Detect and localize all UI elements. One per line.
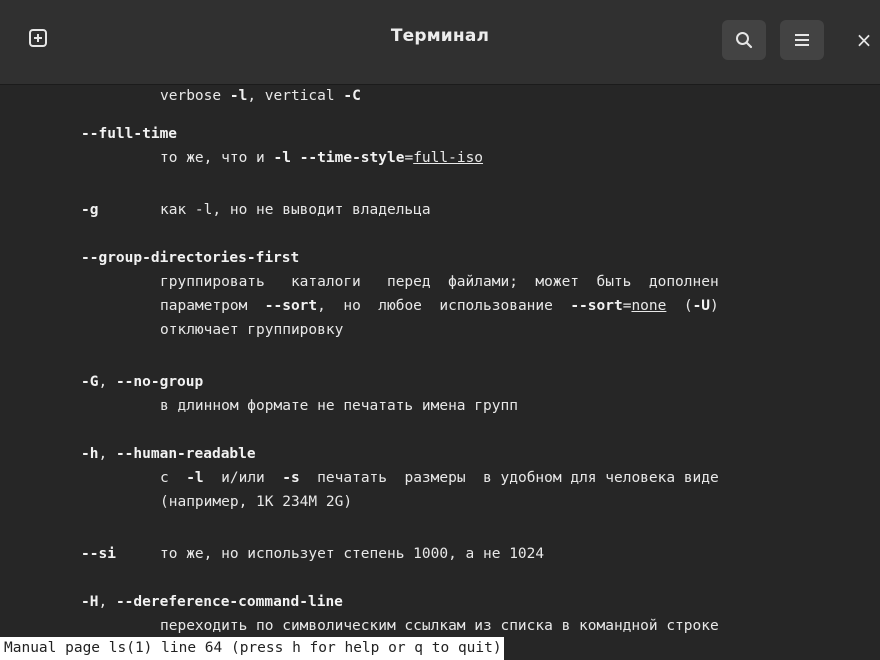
menu-button[interactable] [780, 20, 824, 60]
header-bar: Терминал × [0, 0, 880, 85]
terminal-content[interactable]: verbose -l, vertical -C --full-time то ж… [0, 84, 880, 636]
option-name: -G, --no-group [81, 374, 204, 390]
pager-status-bar: Manual page ls(1) line 64 (press h for h… [0, 637, 504, 660]
terminal-window: Терминал × verbose -l, vertical -C --ful… [0, 0, 880, 660]
option-name: -H, --dereference-command-line [81, 594, 343, 610]
option-description: переходить по символическим ссылкам из с… [160, 618, 719, 634]
option-description: параметром --sort, но любое использовани… [160, 298, 719, 314]
search-icon [736, 32, 753, 49]
option-name: -h, --human-readable [81, 446, 256, 462]
option-description: то же, но использует степень 1000, а не … [160, 546, 545, 562]
option-name: --si [81, 546, 116, 562]
option-description: отключает группировку [160, 322, 344, 338]
option-description: в длинном формате не печатать имена груп… [160, 398, 518, 414]
search-button[interactable] [722, 20, 766, 60]
option-description: как -l, но не выводит владельца [160, 202, 431, 218]
close-icon: × [855, 28, 873, 52]
option-description: то же, что и -l --time-style=full-iso [160, 150, 484, 166]
option-description: группировать каталоги перед файлами; мож… [160, 274, 719, 290]
option-name: --full-time [81, 126, 178, 142]
hamburger-menu-icon [795, 34, 809, 46]
option-description: с -l и/или -s печатать размеры в удобном… [160, 470, 719, 486]
close-button[interactable]: × [848, 24, 880, 56]
option-name: -g [81, 202, 99, 218]
option-name: --group-directories-first [81, 250, 300, 266]
option-description: (например, 1K 234M 2G) [160, 494, 353, 510]
manpage-line: verbose -l, vertical -C [160, 88, 361, 104]
